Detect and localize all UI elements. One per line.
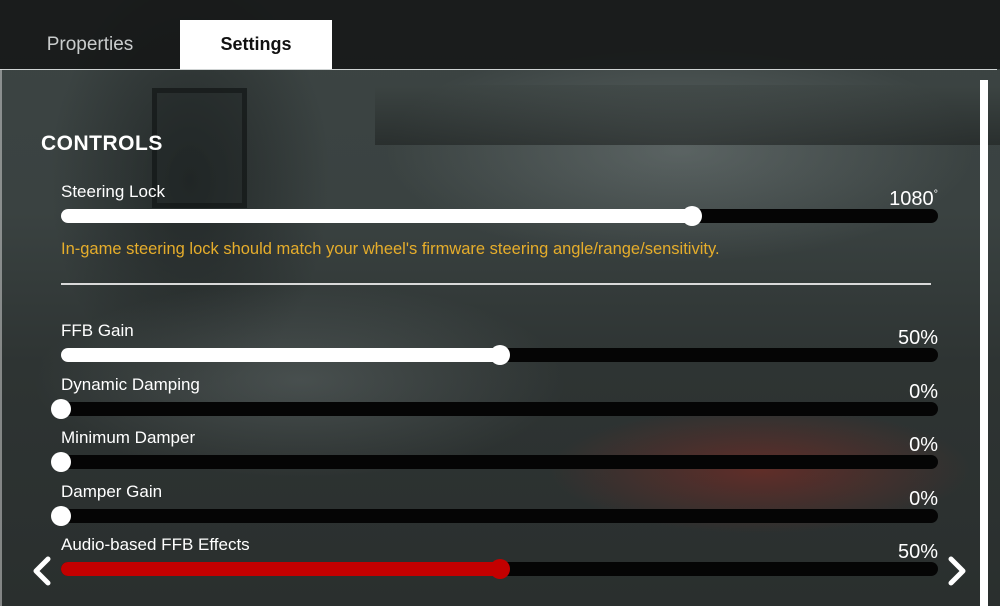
tab-properties[interactable]: Properties	[0, 20, 180, 69]
dynamic-damping-slider[interactable]	[51, 399, 938, 419]
scrollbar[interactable]	[980, 80, 988, 606]
minimum-damper-slider[interactable]	[51, 452, 938, 472]
damper-gain-label: Damper Gain	[61, 482, 163, 501]
audio-ffb-effects-slider[interactable]	[61, 559, 938, 579]
dynamic-damping-value: 0%	[909, 381, 938, 403]
background-window	[152, 88, 247, 208]
chevron-left-icon[interactable]	[29, 553, 55, 589]
steering-lock-slider[interactable]	[61, 206, 938, 226]
background-shelf	[375, 85, 1000, 145]
damper-gain-slider[interactable]	[51, 506, 938, 526]
ffb-gain-knob[interactable]	[490, 345, 510, 365]
tab-divider	[0, 69, 997, 70]
dynamic-damping-label: Dynamic Damping	[61, 375, 200, 394]
chevron-right-icon[interactable]	[944, 553, 970, 589]
ffb-gain-slider[interactable]	[61, 345, 938, 365]
tab-settings[interactable]: Settings	[180, 20, 332, 69]
ffb-gain-label: FFB Gain	[61, 321, 134, 340]
minimum-damper-value: 0%	[909, 434, 938, 456]
steering-lock-hint: In-game steering lock should match your …	[61, 240, 720, 258]
audio-ffb-effects-label: Audio-based FFB Effects	[61, 535, 250, 554]
section-separator	[61, 283, 931, 285]
section-title: CONTROLS	[41, 132, 163, 155]
damper-gain-knob[interactable]	[51, 506, 71, 526]
damper-gain-value: 0%	[909, 488, 938, 510]
steering-lock-fill	[61, 209, 692, 223]
steering-lock-value: 1080°	[889, 188, 938, 210]
minimum-damper-label: Minimum Damper	[61, 428, 196, 447]
minimum-damper-knob[interactable]	[51, 452, 71, 472]
audio-ffb-effects-knob[interactable]	[490, 559, 510, 579]
audio-ffb-effects-value: 50%	[897, 541, 938, 563]
tab-bar: Properties Settings	[0, 0, 1000, 69]
steering-lock-knob[interactable]	[682, 206, 702, 226]
panel-border	[0, 69, 2, 606]
ffb-gain-fill	[61, 348, 500, 362]
dynamic-damping-knob[interactable]	[51, 399, 71, 419]
ffb-gain-value: 50%	[897, 327, 938, 349]
audio-ffb-effects-fill	[61, 562, 500, 576]
steering-lock-label: Steering Lock	[61, 182, 165, 201]
